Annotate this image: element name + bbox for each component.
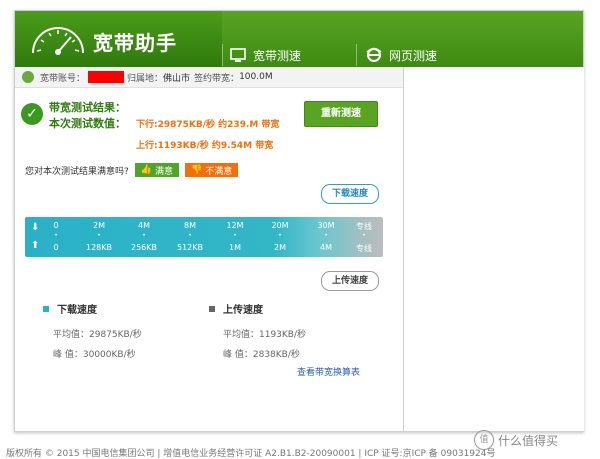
upload-peak: 峰 值：2838KB/秒 [223,350,300,360]
scale-upload-label: 0 [53,243,59,252]
top-bar: 宽带助手 宽带测速 网页测速 [15,11,583,67]
scale-upload-label: 4M [320,243,332,252]
scale-upload-label: 512KB [176,243,203,252]
watermark-logo-icon: 值 [474,430,494,450]
scale-upload-label: 专线 [356,244,372,253]
result-title: 带宽测试结果： [49,101,126,114]
speedometer-icon [32,27,84,55]
download-average: 平均值：29875KB/秒 [53,330,142,340]
app-title: 宽带助手 [93,31,177,55]
scale-tick-dot: • [188,232,192,239]
satisfaction-question: 您对本次测试结果满意吗? [25,166,129,177]
upload-speed-bubble: 上传速度 [321,271,379,291]
scale-upload-label: 256KB [130,243,157,252]
satisfaction-row: 您对本次测试结果满意吗? 👍 满意 👎 不满意 [25,163,239,177]
account-label: 宽带账号： [40,73,86,84]
nav-divider [356,44,357,66]
scale-tick-dot: • [324,232,328,239]
tab-broadband-test[interactable]: 宽带测速 [229,44,301,66]
redacted-account [88,71,125,83]
tab-web-test[interactable]: 网页测速 [365,44,437,66]
region-value: 佛山市 [163,73,191,84]
tab-label: 网页测速 [389,48,438,63]
download-peak: 峰 值：30000KB/秒 [53,350,136,360]
watermark-text: 什么值得买 [498,433,559,448]
satisfied-button[interactable]: 👍 满意 [134,163,180,177]
scale-upload-label: 128KB [85,243,112,252]
scale-download-label: 2M [93,221,105,230]
scale-download-label: 20M [271,221,289,230]
copyright-footer: 版权所有 © 2015 中国电信集团公司 | 增值电信业务经营许可证 A2.B1… [6,449,496,459]
scale-download-label: 8M [184,221,196,230]
upload-legend: 上传速度 [209,301,263,316]
browser-ie-icon [366,47,382,62]
scale-upload-label: 1M [229,243,241,252]
thumbs-down-icon: 👎 [191,165,203,175]
check-icon: ✓ [21,103,43,125]
scale-upload-label: 2M [274,243,286,252]
tab-label: 宽带测速 [253,48,302,63]
scale-download-label: 专线 [356,222,372,231]
scale-download-label: 4M [138,221,150,230]
scale-download-label: 12M [226,221,244,230]
retest-button[interactable]: 重新测速 [304,101,378,127]
region-label: 归属地： [127,73,164,84]
scale-download-label: 0 [53,221,59,230]
download-speed-bubble: 下载速度 [321,184,379,204]
bandwidth-table-link[interactable]: 查看带宽换算表 [297,365,360,378]
scale-tick-dot: • [278,232,282,239]
scale-tick-dot: • [233,232,237,239]
thumbs-up-icon: 👍 [140,165,152,175]
unsatisfied-label: 不满意 [205,166,233,177]
brand-area: 宽带助手 [15,11,222,67]
nav-divider [222,44,223,66]
scale-tick-dot: • [362,232,366,239]
upload-average: 平均值：1193KB/秒 [223,330,307,340]
monitor-icon [230,48,246,62]
contract-label: 签约带宽： [194,73,240,84]
download-legend-title: 下载速度 [57,305,97,316]
upload-legend-title: 上传速度 [223,305,263,316]
account-info-bar: 宽带账号： 归属地： 佛山市 签约带宽： 100.0M [15,67,403,88]
speed-scale-bar: ⬇ ⬆ 0 • 2M • 4M • 8M • 12M • 20M • 30M • 专线 • 0 128KB 256… [25,217,383,257]
upload-color-swatch [209,305,215,312]
result-panel: ✓ 带宽测试结果： 本次测试数值： 下行:29875KB/秒 约239.M 带宽… [15,89,403,153]
download-legend: 下载速度 [43,301,97,316]
app-window: 宽带助手 宽带测速 网页测速 宽带账号： 归属地： 佛山市 签约带宽： 100.… [14,10,584,432]
unsatisfied-button[interactable]: 👎 不满意 [185,163,239,177]
download-result: 下行:29875KB/秒 约239.M 带宽 [136,120,280,130]
scale-tick-dot: • [97,232,101,239]
scale-tick-dot: • [54,232,58,239]
watermark: 值 什么值得买 [474,430,558,450]
user-icon [22,71,34,83]
contract-value: 100.0M [239,72,273,82]
result-subtitle: 本次测试数值： [49,117,126,130]
upload-result: 上行:1193KB/秒 约9.54M 带宽 [136,141,274,151]
scale-download-label: 30M [317,221,335,230]
scale-tick-dot: • [142,232,146,239]
right-panel [403,67,584,431]
satisfied-label: 满意 [155,166,174,177]
download-color-swatch [43,305,49,312]
